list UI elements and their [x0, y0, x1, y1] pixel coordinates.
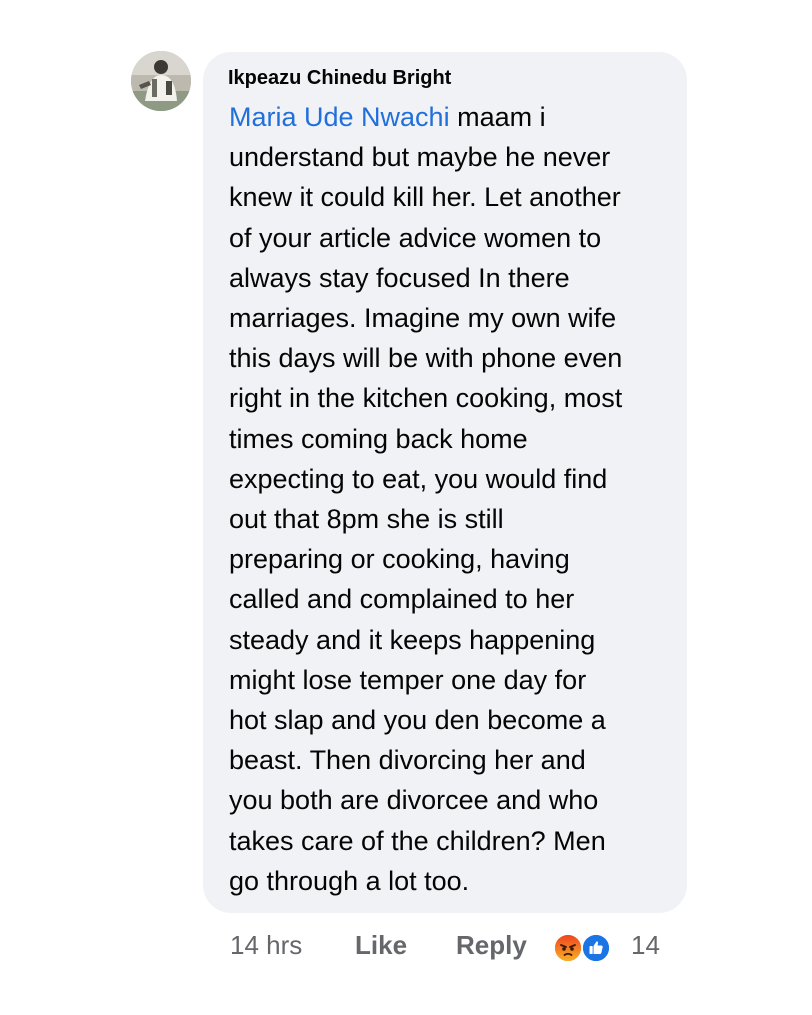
comment-line: out that 8pm she is still [229, 504, 504, 535]
comment-line: hot slap and you den become a [229, 705, 606, 736]
comment-actions: 14 hrs Like Reply 14 [0, 925, 812, 969]
angry-face-icon [555, 935, 581, 961]
comment-line: takes care of the children? Men [229, 825, 606, 856]
comment-line: preparing or cooking, having [229, 544, 570, 575]
mention-link[interactable]: Maria Ude Nwachi [229, 102, 450, 132]
comment-author[interactable]: Ikpeazu Chinedu Bright [228, 67, 451, 90]
like-icon[interactable] [581, 933, 611, 963]
reaction-count[interactable]: 14 [631, 930, 660, 961]
reply-button[interactable]: Reply [456, 930, 527, 961]
comment-line: steady and it keeps happening [229, 624, 596, 655]
avatar[interactable] [131, 51, 191, 111]
comment-line-text: maam i [449, 102, 546, 132]
comment-line: marriages. Imagine my own wife [229, 303, 617, 334]
timestamp[interactable]: 14 hrs [230, 930, 302, 961]
avatar-photo [131, 51, 191, 111]
comment-line: Maria Ude Nwachi maam i [229, 97, 689, 137]
comment-line: understand but maybe he never [229, 142, 611, 173]
comment-line: times coming back home [229, 423, 528, 454]
comment-line: called and complained to her [229, 584, 575, 615]
comment: Ikpeazu Chinedu Bright Maria Ude Nwachi … [0, 0, 812, 1015]
comment-text: Maria Ude Nwachi maam i understand but m… [229, 97, 689, 901]
thumbs-up-icon [583, 935, 609, 961]
comment-line: expecting to eat, you would find [229, 463, 608, 494]
comment-line: of your article advice women to [229, 222, 602, 253]
comment-line: knew it could kill her. Let another [229, 182, 621, 213]
comment-line: beast. Then divorcing her and [229, 745, 586, 776]
angry-icon[interactable] [553, 933, 583, 963]
comment-line: always stay focused In there [229, 262, 570, 293]
comment-line: go through a lot too. [229, 865, 470, 896]
comment-line: you both are divorcee and who [229, 785, 599, 816]
comment-line: right in the kitchen cooking, most [229, 383, 623, 414]
like-button[interactable]: Like [355, 930, 407, 961]
comment-line: this days will be with phone even [229, 343, 623, 374]
comment-line: might lose temper one day for [229, 664, 587, 695]
